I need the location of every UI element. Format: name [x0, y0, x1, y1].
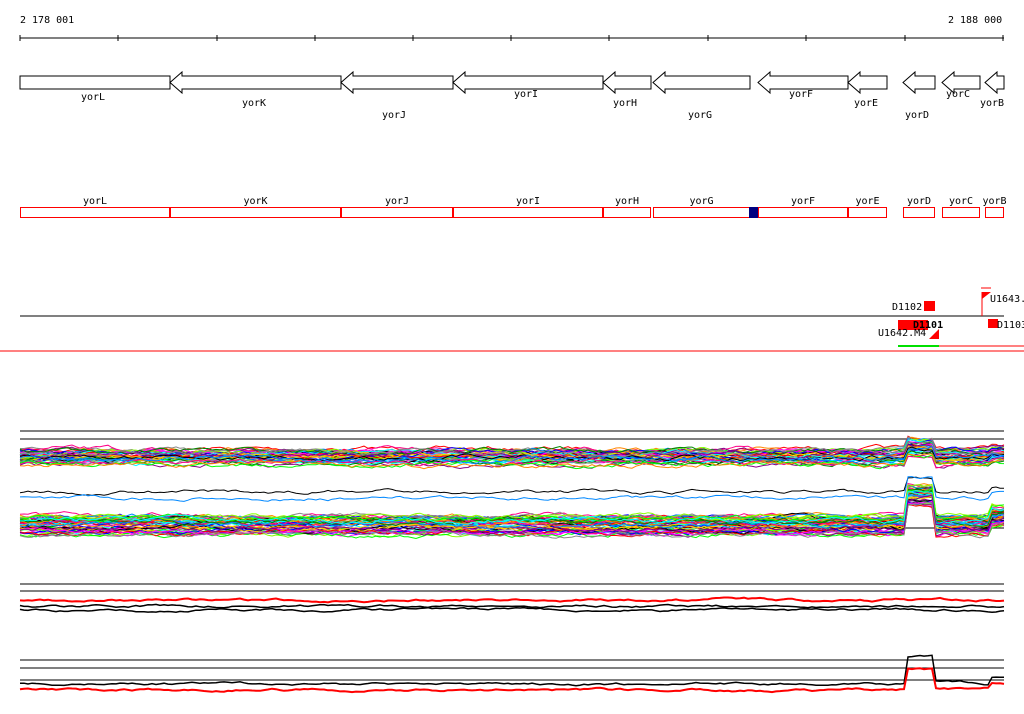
d1102-label: D1102 — [892, 302, 922, 313]
gene-track-boxes: yorL yorK yorJ yorI yorH yorG yorF yorE yorD yorC… — [20, 196, 1007, 218]
gene-arrow-yorE[interactable] — [847, 70, 888, 95]
feature-track: D1102 D1101 U1642.M4 U1643. D1103 — [0, 287, 1024, 352]
u1643-label: U1643. — [990, 294, 1024, 305]
gene-box-yorE[interactable] — [848, 207, 887, 218]
gene-box-label: yorK — [243, 196, 267, 207]
gene-box-label: yorB — [982, 196, 1006, 207]
gene-box-yorJ[interactable] — [341, 207, 453, 218]
gene-label: yorI — [514, 89, 538, 100]
gene-label: yorJ — [382, 110, 406, 121]
profile-line — [19, 606, 1005, 613]
gene-box-label: yorJ — [385, 196, 409, 207]
gene-arrow-yorJ[interactable] — [340, 70, 454, 95]
gene-box-label: yorI — [516, 196, 540, 207]
highlight-marker[interactable] — [749, 207, 758, 218]
gene-box-yorD[interactable] — [903, 207, 935, 218]
gene-box-label: yorL — [83, 196, 107, 207]
gene-box-yorH[interactable] — [603, 207, 651, 218]
gene-box-yorF[interactable] — [758, 207, 848, 218]
gene-box-yorK[interactable] — [170, 207, 341, 218]
gene-box-yorG[interactable] — [653, 207, 750, 218]
gene-box-label: yorF — [791, 196, 815, 207]
expression-profiles — [19, 430, 1005, 694]
gene-box-label: yorC — [949, 196, 973, 207]
gene-label: yorG — [688, 110, 712, 121]
gene-box-yorI[interactable] — [453, 207, 603, 218]
gene-label: yorC — [946, 89, 970, 100]
gene-box-label: yorD — [907, 196, 931, 207]
gene-label: yorD — [905, 110, 929, 121]
profile-line — [19, 596, 1005, 604]
profile-line — [19, 476, 1004, 502]
gene-label: yorF — [789, 89, 813, 100]
gene-arrow-yorG[interactable] — [652, 70, 751, 95]
gene-label: yorL — [81, 92, 105, 103]
profile-line — [19, 603, 1005, 609]
u1642-label: U1642.M4 — [878, 328, 926, 339]
ruler-end-label: 2 188 000 — [948, 15, 1002, 26]
gene-label: yorE — [854, 98, 878, 109]
gene-box-label: yorH — [615, 196, 639, 207]
gene-arrow-yorL[interactable] — [19, 75, 171, 90]
ruler-start-label: 2 178 001 — [20, 15, 74, 26]
gene-track-arrows: yorL yorK yorJ yorI yorH yorG yorF yorE yorD yorC… — [19, 70, 1005, 121]
tracks-canvas: 2 178 001 2 188 000 yorL yorK yorJ yorI yorH… — [0, 15, 1024, 694]
gene-arrow-yorK[interactable] — [169, 70, 342, 95]
gene-box-yorL[interactable] — [20, 207, 170, 218]
profile-line — [19, 476, 1005, 496]
gene-box-yorC[interactable] — [942, 207, 980, 218]
gene-box-label: yorE — [855, 196, 879, 207]
genome-browser: 2 178 001 2 188 000 yorL yorK yorJ yorI yorH… — [0, 0, 1024, 714]
ruler — [19, 35, 1004, 41]
d1102-marker[interactable] — [924, 301, 935, 311]
gene-arrow-yorB[interactable] — [984, 70, 1005, 95]
gene-label: yorB — [980, 98, 1004, 109]
gene-box-label: yorG — [689, 196, 713, 207]
gene-box-yorB[interactable] — [985, 207, 1004, 218]
d1103-label: D1103 — [997, 320, 1024, 331]
gene-arrow-yorH[interactable] — [602, 70, 652, 95]
gene-label: yorK — [242, 98, 266, 109]
gene-label: yorH — [613, 98, 637, 109]
gene-arrow-yorD[interactable] — [902, 70, 936, 95]
